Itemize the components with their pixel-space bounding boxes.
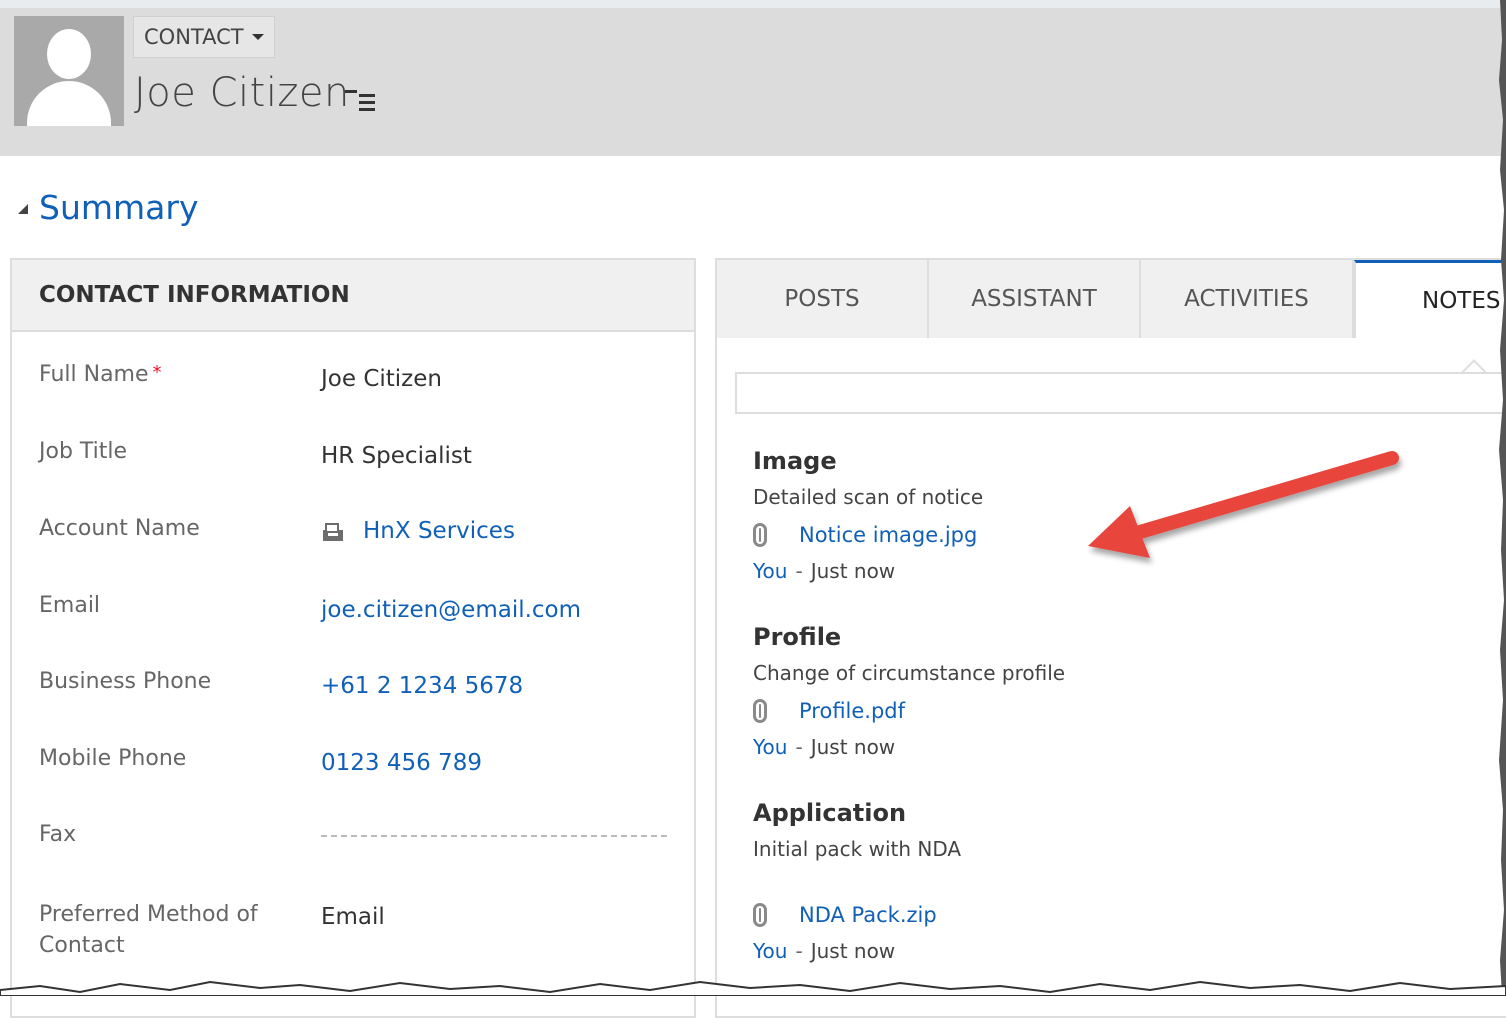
social-pane-tabs: POSTS ASSISTANT ACTIVITIES NOTES (717, 260, 1506, 338)
note-meta: You - Just now (753, 735, 896, 759)
preferred-contact-value[interactable]: Email (321, 904, 385, 930)
note-time: Just now (810, 939, 896, 963)
paperclip-icon (753, 699, 767, 723)
account-name-link[interactable]: HnX Services (363, 518, 515, 544)
avatar-head (47, 29, 91, 79)
note-meta: You - Just now (753, 559, 896, 583)
paperclip-icon (753, 523, 767, 547)
note-author[interactable]: You (753, 735, 787, 759)
record-name: Joe Citizen (134, 70, 350, 116)
attachment-link[interactable]: NDA Pack.zip (799, 903, 937, 927)
note-attachment[interactable]: Notice image.jpg (753, 523, 983, 547)
full-name-value[interactable]: Joe Citizen (321, 366, 442, 392)
note-description: Detailed scan of notice (753, 485, 984, 509)
note-item: Profile Change of circumstance profile P… (753, 623, 1065, 759)
account-name-value[interactable]: HnX Services (321, 518, 515, 544)
attachment-link[interactable]: Notice image.jpg (799, 523, 977, 547)
paperclip-icon (753, 903, 767, 927)
top-strip (0, 0, 1506, 8)
tab-posts[interactable]: POSTS (717, 260, 929, 338)
job-title-value[interactable]: HR Specialist (321, 443, 472, 469)
mobile-phone-label: Mobile Phone (39, 746, 187, 771)
note-attachment[interactable]: Profile.pdf (753, 699, 1065, 723)
note-title: Profile (753, 623, 842, 651)
contact-information-panel: CONTACT INFORMATION Full Name * Joe Citiz… (10, 258, 696, 1018)
fax-label: Fax (39, 822, 77, 847)
panel-heading: CONTACT INFORMATION (12, 260, 694, 332)
entity-type-label: CONTACT (144, 25, 244, 49)
tab-notes[interactable]: NOTES (1354, 260, 1506, 338)
section-title[interactable]: Summary (39, 188, 198, 227)
note-item: Image Detailed scan of notice Notice ima… (753, 447, 983, 583)
note-time: Just now (810, 735, 896, 759)
entity-type-dropdown[interactable]: CONTACT (133, 16, 275, 58)
preferred-contact-label: Preferred Method of Contact (39, 902, 258, 958)
business-phone-label: Business Phone (39, 669, 212, 694)
full-name-label: Full Name * (39, 362, 162, 387)
tab-activities[interactable]: ACTIVITIES (1141, 260, 1354, 338)
note-attachment[interactable]: NDA Pack.zip (753, 903, 961, 927)
business-phone-value[interactable]: +61 2 1234 5678 (321, 673, 523, 699)
job-title-label: Job Title (39, 439, 128, 464)
note-description: Initial pack with NDA (753, 837, 962, 861)
note-time: Just now (810, 559, 896, 583)
note-description: Change of circumstance profile (753, 661, 1066, 685)
email-value[interactable]: joe.citizen@email.com (321, 597, 581, 623)
mobile-phone-value[interactable]: 0123 456 789 (321, 750, 482, 776)
note-input[interactable] (735, 372, 1506, 414)
torn-edge-bottom (0, 980, 1506, 996)
record-header: CONTACT Joe Citizen (0, 8, 1506, 156)
account-name-label: Account Name (39, 516, 200, 541)
avatar-body (27, 81, 111, 126)
caret-down-icon (251, 34, 264, 40)
note-author[interactable]: You (753, 939, 787, 963)
note-title: Application (753, 799, 907, 827)
torn-edge-right (1499, 0, 1506, 996)
note-author[interactable]: You (753, 559, 787, 583)
note-meta: You - Just now (753, 939, 896, 963)
note-item: Application Initial pack with NDA NDA Pa… (753, 799, 961, 963)
fax-value-empty[interactable] (321, 835, 667, 837)
section-collapse-icon[interactable] (18, 204, 28, 214)
email-label: Email (39, 593, 101, 618)
social-pane: POSTS ASSISTANT ACTIVITIES NOTES Image D… (715, 258, 1506, 1018)
required-indicator: * (152, 362, 162, 383)
attachment-link[interactable]: Profile.pdf (799, 699, 905, 723)
contact-avatar[interactable] (14, 16, 124, 126)
note-title: Image (753, 447, 837, 475)
account-icon (323, 522, 343, 541)
form-selector-menu-icon[interactable] (345, 88, 375, 112)
tab-assistant[interactable]: ASSISTANT (929, 260, 1141, 338)
annotation-arrow (1088, 451, 1399, 558)
